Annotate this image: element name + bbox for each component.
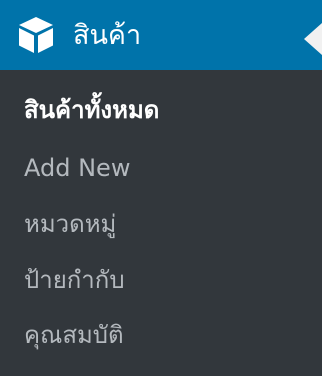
submenu-item-attributes[interactable]: คุณสมบัติ	[24, 323, 124, 347]
submenu-item-tags[interactable]: ป้ายกำกับ	[24, 268, 125, 292]
submenu-item-add-new[interactable]: Add New	[24, 156, 130, 180]
products-menu: สินค้า สินค้าทั้งหมด Add New หมวดหมู่ ป้…	[0, 0, 322, 376]
products-menu-title: สินค้า	[73, 19, 142, 51]
submenu-item-categories[interactable]: หมวดหมู่	[24, 212, 116, 236]
submenu-item-all-products[interactable]: สินค้าทั้งหมด	[24, 98, 159, 122]
products-menu-header[interactable]: สินค้า	[0, 0, 322, 70]
box-icon	[18, 16, 54, 54]
current-menu-arrow	[304, 23, 322, 55]
